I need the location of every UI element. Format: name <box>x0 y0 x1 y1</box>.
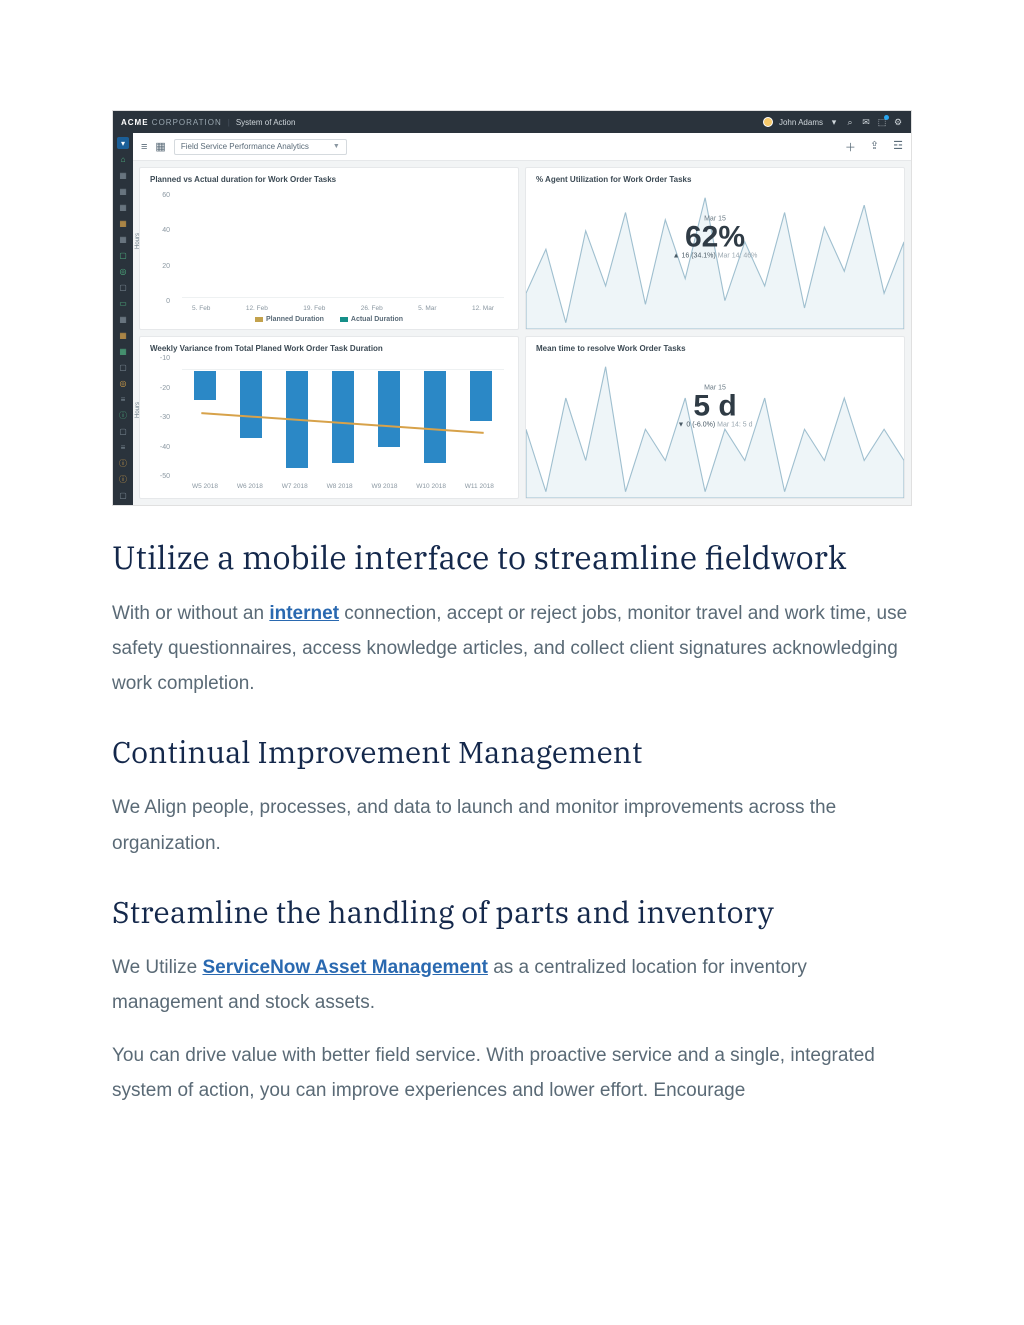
paragraph: We Align people, processes, and data to … <box>112 790 912 860</box>
add-icon[interactable]: ＋ <box>845 139 856 155</box>
heading-mobile: Utilize a mobile interface to streamline… <box>112 536 912 578</box>
rail-info-icon[interactable]: ⓘ <box>117 473 129 485</box>
rail-list-icon[interactable]: ≡ <box>117 393 129 405</box>
rail-calendar-icon[interactable]: ▢ <box>117 249 129 261</box>
rail-home-icon[interactable]: ⌂ <box>117 153 129 165</box>
rail-item-icon[interactable]: ▦ <box>117 201 129 213</box>
y-axis: 60 40 20 0 <box>146 192 170 305</box>
rail-item-icon[interactable]: ▦ <box>117 233 129 245</box>
rail-list-icon[interactable]: ≡ <box>117 441 129 453</box>
y-axis: -10 -20 -30 -40 -50 <box>146 355 170 480</box>
up-arrow-icon: ▲ <box>673 253 680 260</box>
document-page: ACME CORPORATION | System of Action John… <box>0 0 1024 1166</box>
app-subtitle: System of Action <box>236 118 296 127</box>
rail-item-icon[interactable]: ▦ <box>117 217 129 229</box>
rail-item-icon[interactable]: ▦ <box>117 329 129 341</box>
notifications-icon[interactable]: ⬚ <box>877 117 887 127</box>
app-header: ACME CORPORATION | System of Action John… <box>113 111 911 133</box>
avatar[interactable] <box>763 117 773 127</box>
rail-item-icon[interactable]: ▢ <box>117 361 129 373</box>
legend: Planned Duration Actual Duration <box>150 316 508 323</box>
rail-alert-icon[interactable]: ◎ <box>117 377 129 389</box>
menu-icon[interactable]: ≡ <box>141 141 147 153</box>
search-icon[interactable]: ⌕ <box>845 117 855 127</box>
rail-item-icon[interactable]: ▦ <box>117 345 129 357</box>
rail-item-icon[interactable]: ▦ <box>117 169 129 181</box>
toolbar: ≡ ▦ Field Service Performance Analytics … <box>133 133 911 161</box>
dashboard-select[interactable]: Field Service Performance Analytics ▼ <box>174 139 347 155</box>
gear-icon[interactable]: ⚙ <box>893 117 903 127</box>
card-mttr: Mean time to resolve Work Order Tasks Ma… <box>525 336 905 499</box>
rail-item-icon[interactable]: ◎ <box>117 265 129 277</box>
dashboard-screenshot: ACME CORPORATION | System of Action John… <box>112 110 912 506</box>
link-servicenow[interactable]: ServiceNow Asset Management <box>202 957 487 978</box>
rail-item-icon[interactable]: ▢ <box>117 425 129 437</box>
rail-folder-icon[interactable]: ▭ <box>117 297 129 309</box>
share-icon[interactable]: ⇪ <box>870 139 879 155</box>
card-weekly-variance: Weekly Variance from Total Planed Work O… <box>139 336 519 499</box>
link-internet[interactable]: internet <box>269 603 339 624</box>
divider: | <box>228 118 230 127</box>
rail-item-icon[interactable]: ▢ <box>117 281 129 293</box>
brand: ACME CORPORATION <box>121 118 222 127</box>
bars <box>182 194 504 298</box>
headline: Mar 15 62% ▲ 16 (34.1%) Mar 14: 46% <box>673 216 758 260</box>
headline: Mar 15 5 d ▼ 0 (-6.0%) Mar 14: 5 d <box>677 385 752 429</box>
rail-item-icon[interactable]: ▢ <box>117 489 129 501</box>
settings-icon[interactable]: ☲ <box>893 139 903 155</box>
rail-filter-icon[interactable]: ▾ <box>117 137 129 149</box>
card-agent-utilization: % Agent Utilization for Work Order Tasks… <box>525 167 905 330</box>
dashboard-select-label: Field Service Performance Analytics <box>181 142 309 151</box>
rail-info-icon[interactable]: ⓘ <box>117 409 129 421</box>
paragraph: With or without an internet connection, … <box>112 596 912 701</box>
rail-item-icon[interactable]: ▦ <box>117 313 129 325</box>
card-planned-vs-actual: Planned vs Actual duration for Work Orde… <box>139 167 519 330</box>
brand-bold: ACME <box>121 118 149 127</box>
x-axis: 5. Feb 12. Feb 19. Feb 26. Feb 5. Mar 12… <box>182 305 504 312</box>
brand-thin: CORPORATION <box>152 118 222 127</box>
down-arrow-icon: ▼ <box>677 422 684 429</box>
y-axis-label: Hours <box>135 401 141 417</box>
x-axis: W5 2018 W6 2018 W7 2018 W8 2018 W9 2018 … <box>182 483 504 490</box>
nav-rail: ▾ ⌂ ▦ ▦ ▦ ▦ ▦ ▢ ◎ ▢ ▭ ▦ ▦ ▦ ▢ ◎ ≡ ⓘ ▢ ≡ <box>113 133 133 505</box>
heading-parts: Streamline the handling of parts and inv… <box>112 893 912 932</box>
chat-icon[interactable]: ✉ <box>861 117 871 127</box>
grid-icon[interactable]: ▦ <box>155 140 165 153</box>
rail-item-icon[interactable]: ▦ <box>117 185 129 197</box>
paragraph: You can drive value with better field se… <box>112 1038 912 1108</box>
user-name[interactable]: John Adams <box>779 118 823 127</box>
paragraph: We Utilize ServiceNow Asset Management a… <box>112 950 912 1020</box>
card-title: Weekly Variance from Total Planed Work O… <box>150 344 508 353</box>
card-title: Planned vs Actual duration for Work Orde… <box>150 175 508 184</box>
caret-down-icon[interactable]: ▾ <box>829 117 839 127</box>
caret-down-icon: ▼ <box>333 143 340 150</box>
heading-continual: Continual Improvement Management <box>112 733 912 772</box>
y-axis-label: Hours <box>135 232 141 248</box>
rail-info-icon[interactable]: ⓘ <box>117 457 129 469</box>
